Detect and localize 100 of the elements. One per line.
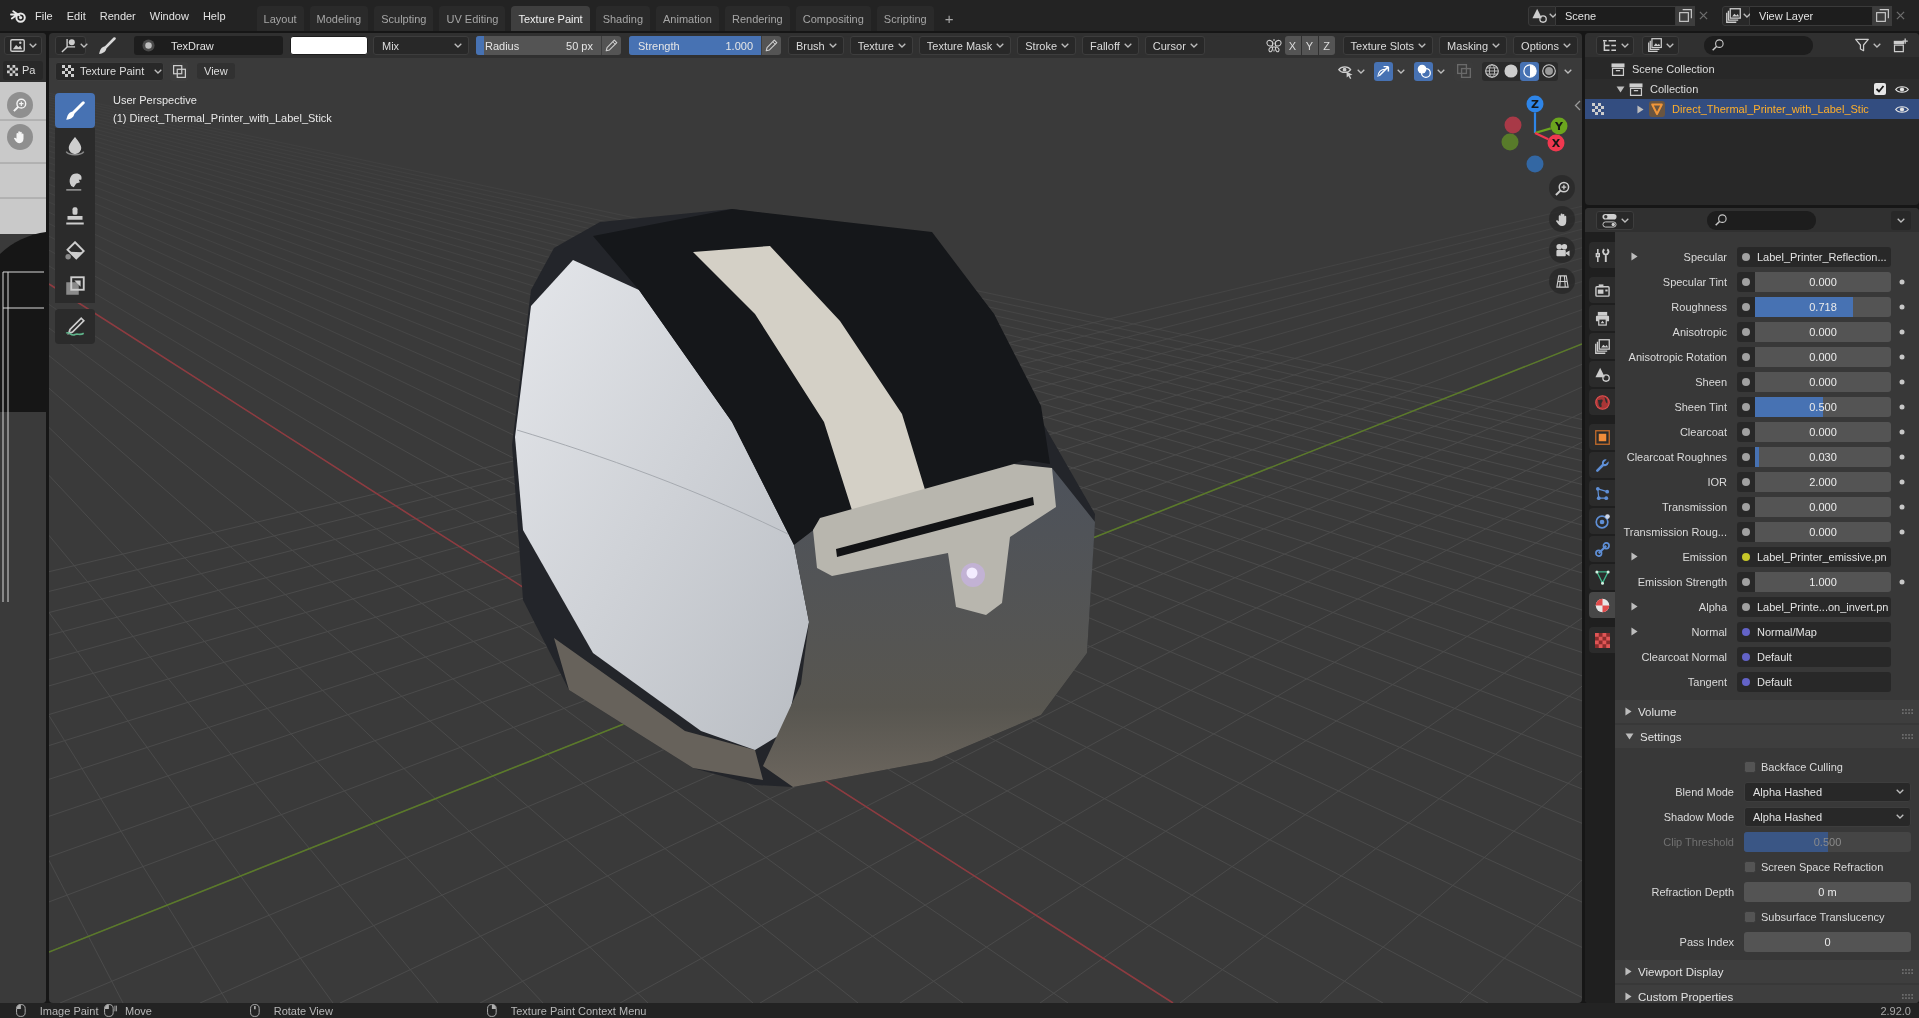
panel-header[interactable]: Viewport Display (1615, 960, 1919, 983)
workspace-tab[interactable]: Layout (256, 6, 304, 31)
disclosure-triangle-icon[interactable] (1615, 85, 1625, 93)
panel-options-dropdown[interactable] (1891, 210, 1911, 230)
menu-item[interactable]: Render (92, 5, 143, 26)
pan-button[interactable] (1549, 206, 1575, 232)
properties-tab[interactable] (1589, 592, 1615, 618)
disclosure-triangle-icon[interactable] (1631, 627, 1638, 636)
keyframe-dot-icon[interactable] (1899, 403, 1905, 410)
properties-tab[interactable] (1589, 424, 1615, 450)
disclosure-triangle-icon[interactable] (1631, 552, 1638, 561)
socket-button[interactable] (1737, 321, 1755, 342)
display-mode-button[interactable] (1642, 35, 1679, 55)
shading-mode-button[interactable] (1539, 61, 1558, 81)
color-swatch[interactable] (290, 36, 368, 55)
properties-tab[interactable] (1589, 242, 1615, 268)
panel-header[interactable]: Custom Properties (1615, 985, 1919, 1003)
tool-button[interactable] (55, 128, 95, 163)
disclosure-triangle-icon[interactable] (1631, 252, 1638, 261)
gizmo-toggle[interactable] (1374, 61, 1393, 81)
input-field[interactable]: Default (1737, 646, 1891, 667)
panel-header[interactable]: Volume (1615, 700, 1919, 723)
outliner-row[interactable]: Direct_Thermal_Printer_with_Label_Stic (1585, 99, 1919, 119)
chevron-icon[interactable] (1574, 100, 1581, 111)
pressure-toggle[interactable] (601, 36, 621, 55)
number-field[interactable]: 0.000 (1755, 271, 1891, 292)
duplicate-button[interactable] (1676, 5, 1695, 26)
socket-button[interactable] (1737, 271, 1755, 292)
menu-dropdown[interactable]: Stroke (1017, 36, 1077, 55)
symmetry-toggle[interactable]: Z (1318, 36, 1335, 55)
mode-dropdown[interactable]: Texture Paint (55, 61, 164, 81)
socket-button[interactable] (1737, 471, 1755, 492)
socket-button[interactable] (1737, 371, 1755, 392)
number-field[interactable]: 0.718 (1755, 296, 1891, 317)
properties-tab[interactable] (1589, 277, 1615, 303)
scene-browse-button[interactable] (1528, 5, 1556, 26)
number-field[interactable]: 0.000 (1755, 321, 1891, 342)
tool-button[interactable] (55, 268, 95, 303)
properties-tab[interactable] (1589, 305, 1615, 331)
search-field[interactable] (1704, 35, 1813, 55)
menu-item[interactable]: Window (142, 5, 196, 26)
properties-tab[interactable] (1589, 627, 1615, 653)
symmetry-toggle[interactable]: Y (1301, 36, 1318, 55)
menu-dropdown[interactable]: Brush (788, 36, 844, 55)
linked-input-field[interactable]: Label_Printer_emissive.pn (1737, 546, 1891, 567)
checkbox-option[interactable]: Screen Space Refraction (1744, 860, 1884, 873)
keyframe-dot-icon[interactable] (1899, 503, 1905, 510)
brush-name-field[interactable]: TexDraw (134, 36, 283, 55)
socket-button[interactable] (1737, 571, 1755, 592)
checkbox[interactable] (1744, 760, 1756, 773)
socket-button[interactable] (1737, 346, 1755, 367)
checkbox-option[interactable]: Subsurface Translucency (1744, 910, 1885, 923)
menu-dropdown[interactable]: Cursor (1144, 36, 1205, 55)
menu-dropdown[interactable]: Texture Slots (1342, 36, 1434, 55)
keyframe-dot-icon[interactable] (1899, 378, 1905, 385)
keyframe-dot-icon[interactable] (1899, 428, 1905, 435)
panel-header[interactable]: Settings (1615, 725, 1919, 748)
checkbox[interactable] (1744, 910, 1756, 923)
menu-item[interactable]: Help (195, 5, 233, 26)
axis-ball[interactable]: X (1547, 134, 1565, 152)
properties-tab[interactable] (1589, 508, 1615, 534)
axis-ball[interactable]: Y (1550, 117, 1568, 135)
keyframe-dot-icon[interactable] (1899, 528, 1905, 535)
number-field[interactable]: 0.000 (1755, 521, 1891, 542)
workspace-tab[interactable]: Scripting (876, 6, 934, 31)
pressure-toggle[interactable] (761, 36, 781, 55)
menu-dropdown[interactable]: Options (1513, 36, 1578, 55)
visibility-toggle[interactable] (1895, 84, 1909, 94)
projection-toggle[interactable] (1549, 268, 1575, 294)
socket-button[interactable] (1737, 421, 1755, 442)
number-field[interactable]: 0.030 (1755, 446, 1891, 467)
editor-type-button[interactable] (1596, 35, 1634, 55)
menu-dropdown[interactable]: Texture (849, 36, 913, 55)
value-slider[interactable]: Strength 1.000 (629, 36, 761, 55)
menu-item[interactable]: View (197, 63, 235, 79)
menu-dropdown[interactable]: Falloff (1082, 36, 1139, 55)
dropdown[interactable]: Alpha Hashed (1744, 781, 1911, 802)
keyframe-dot-icon[interactable] (1899, 328, 1905, 335)
socket-button[interactable] (1737, 446, 1755, 467)
axis-ball[interactable]: Z (1526, 95, 1544, 113)
camera-view-button[interactable] (1549, 237, 1575, 263)
blend-mode-dropdown[interactable]: Mix (373, 36, 469, 55)
duplicate-button[interactable] (1873, 5, 1892, 26)
keyframe-dot-icon[interactable] (1899, 303, 1905, 310)
linked-input-field[interactable]: Normal/Map (1737, 621, 1891, 642)
view-layer-name-field[interactable]: View Layer (1750, 5, 1873, 26)
editor-type-button[interactable] (55, 36, 86, 55)
number-field[interactable]: 2.000 (1755, 471, 1891, 492)
keyframe-dot-icon[interactable] (1899, 478, 1905, 485)
number-field[interactable]: 0.000 (1755, 371, 1891, 392)
workspace-tab[interactable]: Sculpting (374, 6, 434, 31)
checkbox[interactable] (1744, 860, 1756, 873)
tool-button[interactable] (55, 309, 95, 344)
mode-dropdown[interactable]: Pa (3, 60, 43, 80)
disclosure-triangle-icon[interactable] (1631, 602, 1638, 611)
workspace-tab[interactable]: UV Editing (439, 6, 506, 31)
zoom-button[interactable] (1549, 175, 1575, 201)
linked-input-field[interactable]: Label_Printer_Reflection... (1737, 246, 1891, 267)
number-field[interactable]: 0.000 (1755, 421, 1891, 442)
checkbox[interactable] (1874, 83, 1886, 95)
